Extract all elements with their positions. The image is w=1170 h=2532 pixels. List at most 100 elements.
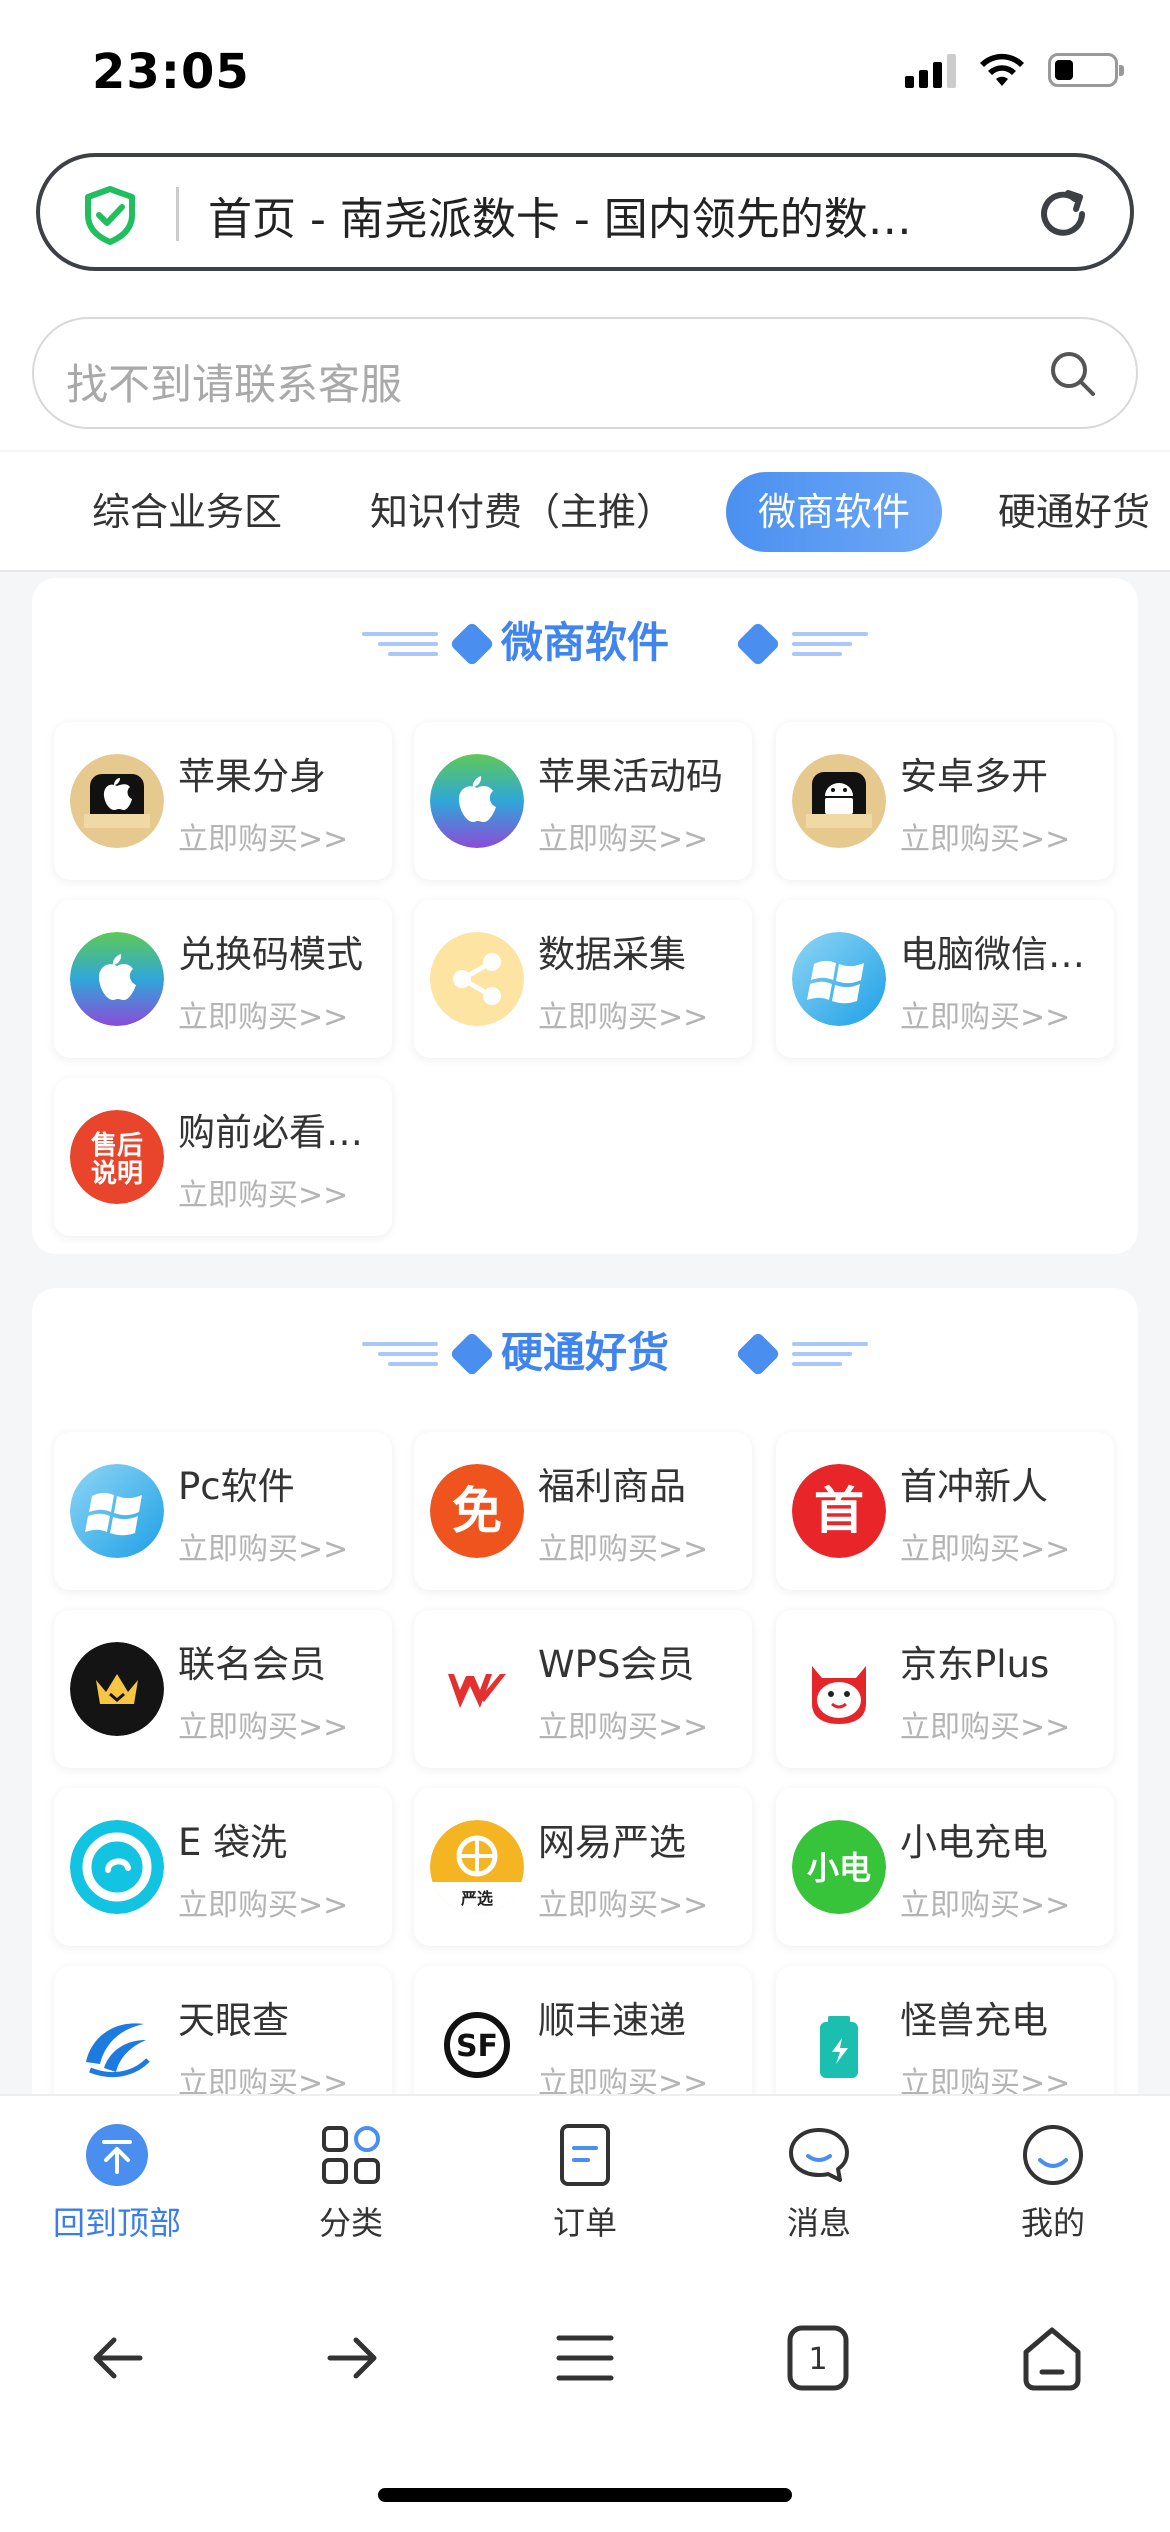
sf-icon: SF xyxy=(430,1998,524,2092)
title-decoration-icon xyxy=(737,1333,868,1375)
home-icon[interactable] xyxy=(1012,2318,1092,2398)
product-title: 天眼查 xyxy=(178,1999,289,2042)
crown-icon xyxy=(70,1642,164,1736)
product-title: 苹果活动码 xyxy=(538,755,723,798)
nav-back-to-top[interactable]: 回到顶部 xyxy=(42,2122,192,2244)
buy-now-link[interactable]: 立即购买>> xyxy=(538,1702,708,1746)
battery-icon xyxy=(792,1998,886,2092)
nav-label: 订单 xyxy=(552,2204,617,2242)
product-card-apple-activity-code[interactable]: 苹果活动码 立即购买>> xyxy=(414,722,752,880)
back-arrow-icon[interactable] xyxy=(78,2318,158,2398)
buy-now-link[interactable]: 立即购买>> xyxy=(900,992,1070,1036)
order-icon xyxy=(560,2124,610,2186)
product-card-redeem-code[interactable]: 兑换码模式 立即购买>> xyxy=(54,900,392,1058)
svg-text:严选: 严选 xyxy=(460,1889,493,1908)
address-bar[interactable]: 首页 - 南尧派数卡 - 国内领先的数… xyxy=(36,153,1134,271)
buy-now-link[interactable]: 立即购买>> xyxy=(178,992,348,1036)
yanxuan-icon: 严选 xyxy=(430,1820,524,1914)
product-card-apple-clone[interactable]: 苹果分身 立即购买>> xyxy=(54,722,392,880)
product-card-co-branded-member[interactable]: 联名会员 立即购买>> xyxy=(54,1610,392,1768)
product-card-edaixi[interactable]: E 袋洗 立即购买>> xyxy=(54,1788,392,1946)
product-card-yanxuan[interactable]: 严选 网易严选 立即购买>> xyxy=(414,1788,752,1946)
product-title: 福利商品 xyxy=(538,1465,686,1508)
nav-label: 我的 xyxy=(1020,2204,1085,2242)
product-card-jd-plus[interactable]: 京东Plus 立即购买>> xyxy=(776,1610,1114,1768)
product-card-pc-software[interactable]: Pc软件 立即购买>> xyxy=(54,1432,392,1590)
apple-clone-icon xyxy=(70,754,164,848)
product-title: 联名会员 xyxy=(178,1643,326,1686)
svg-text:免: 免 xyxy=(452,1482,502,1540)
tab-hard-goods[interactable]: 硬通好货 xyxy=(998,472,1150,552)
tab-comprehensive[interactable]: 综合业务区 xyxy=(92,472,282,552)
product-card-wps[interactable]: WPS会员 立即购买>> xyxy=(414,1610,752,1768)
section-weishang-software: 微商软件 苹果分身 立即购买>> 苹果活动码 立即购买>> 安卓多开 立即购买>… xyxy=(32,578,1138,1254)
menu-icon[interactable] xyxy=(545,2318,625,2398)
status-icons xyxy=(905,52,1124,88)
svg-text:小电: 小电 xyxy=(807,1849,871,1887)
profile-icon xyxy=(1023,2125,1083,2185)
product-card-first-charge[interactable]: 首 首冲新人 立即购买>> xyxy=(776,1432,1114,1590)
product-card-xiaodian[interactable]: 小电 小电充电 立即购买>> xyxy=(776,1788,1114,1946)
product-title: 网易严选 xyxy=(538,1821,686,1864)
shield-check-icon xyxy=(85,186,135,245)
buy-now-link[interactable]: 立即购买>> xyxy=(900,1524,1070,1568)
buy-now-link[interactable]: 立即购买>> xyxy=(538,992,708,1036)
buy-now-link[interactable]: 立即购买>> xyxy=(178,1170,348,1214)
reload-icon[interactable] xyxy=(1034,185,1092,243)
product-card-pc-wechat[interactable]: 电脑微信… 立即购买>> xyxy=(776,900,1114,1058)
product-card-android-multi[interactable]: 安卓多开 立即购买>> xyxy=(776,722,1114,880)
section-header: 微商软件 xyxy=(32,608,1138,678)
buy-now-link[interactable]: 立即购买>> xyxy=(900,1880,1070,1924)
cellular-signal-icon xyxy=(905,52,956,88)
windows-icon xyxy=(70,1464,164,1558)
product-title: Pc软件 xyxy=(178,1465,295,1508)
product-title: 购前必看… xyxy=(178,1111,363,1154)
section-title: 微商软件 xyxy=(500,618,669,667)
free-icon: 免 xyxy=(430,1464,524,1558)
buy-now-link[interactable]: 立即购买>> xyxy=(178,1702,348,1746)
search-placeholder: 找不到请联系客服 xyxy=(66,360,403,409)
section-header: 硬通好货 xyxy=(32,1318,1138,1388)
product-card-read-before-buy[interactable]: 售后 说明 购前必看… 立即购买>> xyxy=(54,1078,392,1236)
tab-knowledge[interactable]: 知识付费（主推） xyxy=(370,472,674,552)
forward-arrow-icon[interactable] xyxy=(312,2318,392,2398)
product-title: 兑换码模式 xyxy=(178,933,363,976)
nav-category[interactable]: 分类 xyxy=(276,2122,426,2244)
share-icon xyxy=(430,932,524,1026)
svg-text:SF: SF xyxy=(456,2029,498,2064)
wps-icon xyxy=(430,1642,524,1736)
buy-now-link[interactable]: 立即购买>> xyxy=(900,1702,1070,1746)
search-input[interactable]: 找不到请联系客服 xyxy=(32,317,1138,429)
bottom-nav: 回到顶部 分类 订单 消息 我的 xyxy=(0,2094,1170,2274)
windows-icon xyxy=(792,932,886,1026)
nav-orders[interactable]: 订单 xyxy=(510,2122,660,2244)
product-card-data-collection[interactable]: 数据采集 立即购买>> xyxy=(414,900,752,1058)
home-indicator xyxy=(378,2488,792,2502)
svg-text:说明: 说明 xyxy=(91,1159,143,1189)
page-title[interactable]: 首页 - 南尧派数卡 - 国内领先的数… xyxy=(208,183,1038,247)
nav-label: 分类 xyxy=(318,2204,383,2242)
buy-now-link[interactable]: 立即购买>> xyxy=(900,814,1070,858)
xiaodian-icon: 小电 xyxy=(792,1820,886,1914)
product-title: E 袋洗 xyxy=(178,1821,288,1864)
address-divider xyxy=(176,187,179,241)
product-title: 小电充电 xyxy=(900,1821,1048,1864)
edaixi-icon xyxy=(70,1820,164,1914)
buy-now-link[interactable]: 立即购买>> xyxy=(178,1524,348,1568)
jd-icon xyxy=(792,1642,886,1736)
tabs-count-icon[interactable]: 1 xyxy=(778,2318,858,2398)
battery-icon xyxy=(1048,53,1124,87)
apple-icon xyxy=(70,932,164,1026)
nav-messages[interactable]: 消息 xyxy=(744,2122,894,2244)
buy-now-link[interactable]: 立即购买>> xyxy=(538,1880,708,1924)
product-card-welfare[interactable]: 免 福利商品 立即购买>> xyxy=(414,1432,752,1590)
buy-now-link[interactable]: 立即购买>> xyxy=(178,1880,348,1924)
buy-now-link[interactable]: 立即购买>> xyxy=(538,814,708,858)
message-icon xyxy=(789,2128,849,2182)
status-time: 23:05 xyxy=(92,44,250,100)
tab-weishang-software[interactable]: 微商软件 xyxy=(726,472,943,552)
nav-profile[interactable]: 我的 xyxy=(978,2122,1128,2244)
buy-now-link[interactable]: 立即购买>> xyxy=(538,1524,708,1568)
search-icon[interactable] xyxy=(1048,349,1098,399)
buy-now-link[interactable]: 立即购买>> xyxy=(178,814,348,858)
